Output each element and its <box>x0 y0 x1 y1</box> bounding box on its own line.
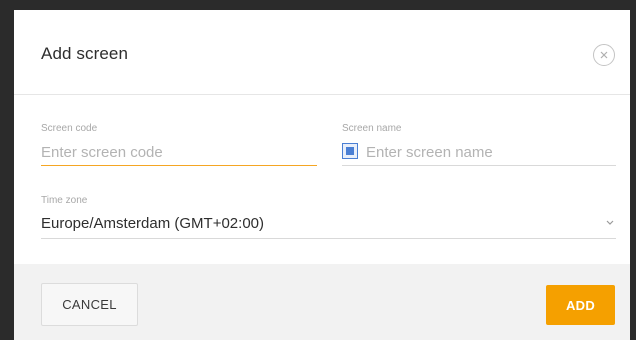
time-zone-value: Europe/Amsterdam (GMT+02:00) <box>41 215 265 232</box>
chevron-down-icon <box>606 220 614 225</box>
add-screen-dialog: Add screen Screen code Screen name Time … <box>14 10 630 340</box>
screen-code-input[interactable] <box>41 142 316 162</box>
screenshot-frame: Add screen Screen code Screen name Time … <box>0 0 636 340</box>
screen-name-label: Screen name <box>342 123 402 134</box>
screen-code-label: Screen code <box>41 123 98 134</box>
dialog-title: Add screen <box>41 44 128 63</box>
checkbox-icon[interactable] <box>342 143 358 159</box>
screen-name-input[interactable] <box>366 142 614 162</box>
screen-code-underline <box>41 165 317 166</box>
time-zone-underline <box>41 238 616 239</box>
dialog-header: Add screen <box>14 10 630 95</box>
close-button[interactable] <box>593 44 615 66</box>
cancel-button[interactable]: CANCEL <box>41 283 138 326</box>
close-icon <box>600 51 608 59</box>
backdrop-top <box>0 0 636 10</box>
screen-name-underline <box>342 165 616 166</box>
time-zone-label: Time zone <box>41 195 88 206</box>
backdrop-left <box>0 0 14 340</box>
backdrop-right <box>630 0 636 340</box>
add-button[interactable]: ADD <box>546 285 615 325</box>
